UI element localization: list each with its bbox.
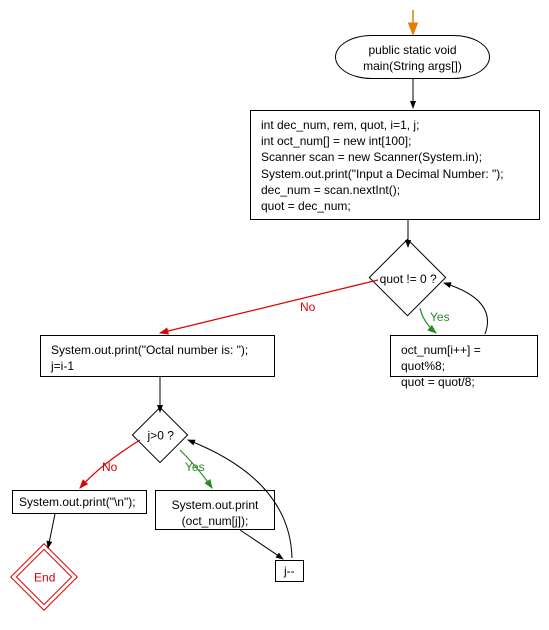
print-header-l1: System.out.print("Octal number is: ");: [51, 342, 264, 358]
init-l6: quot = dec_num;: [261, 198, 529, 214]
decr-node: j--: [275, 560, 304, 582]
init-l3: Scanner scan = new Scanner(System.in);: [261, 149, 529, 165]
init-l1: int dec_num, rem, quot, i=1, j;: [261, 117, 529, 133]
print-digit-l2: (oct_num[j]);: [166, 513, 264, 529]
init-l2: int oct_num[] = new int[100];: [261, 133, 529, 149]
end-text: End: [25, 571, 65, 585]
end-inner: End: [16, 549, 73, 606]
cond1-text: quot != 0 ?: [372, 272, 444, 286]
print-header-node: System.out.print("Octal number is: "); j…: [40, 335, 275, 377]
start-node: public static void main(String args[]): [335, 35, 490, 79]
cond2-no-label: No: [102, 460, 117, 474]
cond1-yes-label: Yes: [430, 310, 450, 324]
flowchart-canvas: public static void main(String args[]) i…: [0, 0, 549, 630]
loop1-node: oct_num[i++] = quot%8; quot = quot/8;: [390, 335, 538, 377]
loop1-l1: oct_num[i++] = quot%8;: [401, 342, 527, 374]
start-line1: public static void: [368, 43, 456, 57]
init-node: int dec_num, rem, quot, i=1, j; int oct_…: [250, 110, 540, 220]
cond2-yes-label: Yes: [185, 460, 205, 474]
cond2-text: j>0 ?: [143, 429, 179, 443]
print-nl-node: System.out.print("\n");: [12, 490, 147, 514]
cond1-diamond: quot != 0 ?: [369, 239, 447, 317]
arrows-layer: [0, 0, 549, 630]
decr-text: j--: [284, 564, 295, 578]
init-l5: dec_num = scan.nextInt();: [261, 182, 529, 198]
init-l4: System.out.print("Input a Decimal Number…: [261, 166, 529, 182]
loop1-l2: quot = quot/8;: [401, 374, 527, 390]
print-digit-node: System.out.print (oct_num[j]);: [155, 490, 275, 530]
cond1-no-label: No: [300, 300, 315, 314]
cond2-diamond: j>0 ?: [132, 407, 189, 464]
print-nl-text: System.out.print("\n");: [19, 495, 136, 509]
print-header-l2: j=i-1: [51, 358, 264, 374]
start-line2: main(String args[]): [363, 59, 462, 73]
print-digit-l1: System.out.print: [166, 497, 264, 513]
